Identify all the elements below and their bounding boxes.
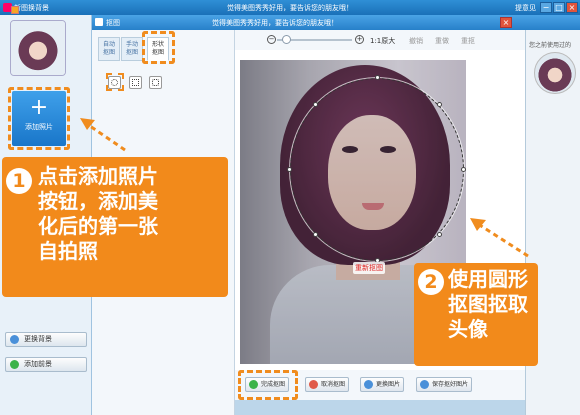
minimize-button[interactable]: −: [540, 2, 552, 13]
redo-button[interactable]: 重做: [435, 36, 449, 46]
step1-number: 1: [6, 168, 32, 194]
photo-thumbnail[interactable]: [10, 20, 66, 76]
crop-handle[interactable]: [437, 232, 442, 237]
cancel-icon: [309, 380, 318, 389]
dialog-slogan: 觉得美图秀秀好用，要告诉您的朋友哦！: [212, 19, 338, 27]
step2-number: 2: [418, 269, 444, 295]
step1-text-line: 化后的第一张: [38, 214, 158, 238]
tab-manual-cutout[interactable]: 手动 抠图: [121, 37, 143, 61]
circle-shape-button[interactable]: [108, 76, 121, 89]
app-slogan: 觉得美图秀秀好用，要告诉您的朋友哦！: [227, 4, 353, 12]
finish-cutout-label: 完成抠图: [261, 381, 286, 388]
add-photo-label: 添加照片: [25, 123, 53, 131]
step1-text-line: 点击添加照片: [38, 164, 158, 188]
tab-auto-cutout[interactable]: 自动 抠图: [98, 37, 120, 61]
step2-text-line: 抠图抠取: [448, 292, 528, 316]
canvas-toolbar: − + 1:1原大 撤销 重做 重抠: [235, 30, 525, 50]
crop-handle[interactable]: [437, 102, 442, 107]
step1-text: 点击添加照片 按钮，添加美 化后的第一张 自拍照: [38, 164, 158, 264]
save-cutout-button[interactable]: 保存抠好图片: [416, 377, 473, 392]
crop-handle[interactable]: [287, 167, 292, 172]
undo-button[interactable]: 撤销: [409, 36, 423, 46]
zoom-slider-handle[interactable]: [282, 35, 291, 44]
rounded-shape-button[interactable]: [149, 76, 162, 89]
change-background-label: 更换背景: [24, 335, 52, 343]
step2-text: 使用圆形 抠图抠取 头像: [448, 267, 528, 342]
window-controls: − □ ×: [540, 2, 578, 13]
step2-text-line: 使用圆形: [448, 267, 528, 291]
cancel-cutout-label: 取消抠图: [321, 381, 346, 388]
crop-handle[interactable]: [313, 232, 318, 237]
dialog-title: 抠图: [106, 19, 120, 27]
cutout-action-bar: 完成抠图 取消抠图 更换图片 保存抠好图片: [235, 370, 525, 400]
add-photo-button[interactable]: + 添加照片: [12, 91, 66, 146]
close-dialog-button[interactable]: ×: [500, 17, 512, 28]
step1-text-line: 自拍照: [38, 239, 98, 263]
check-icon: [249, 380, 258, 389]
zoom-out-button[interactable]: −: [267, 35, 276, 44]
recrop-label[interactable]: 重新抠图: [353, 262, 385, 274]
change-background-button[interactable]: 更换背景: [5, 332, 87, 347]
history-title: 您之前使用过的: [529, 42, 572, 49]
history-thumbnail[interactable]: [534, 52, 576, 94]
maximize-button[interactable]: □: [553, 2, 565, 13]
shape-tab-highlight: [142, 31, 175, 64]
save-cutout-label: 保存抠好图片: [432, 381, 469, 388]
finish-cutout-button[interactable]: 完成抠图: [245, 377, 290, 392]
crop-handle[interactable]: [461, 167, 466, 172]
add-foreground-button[interactable]: 添加前景: [5, 357, 87, 372]
crop-handle[interactable]: [375, 75, 380, 80]
plus-icon: +: [29, 95, 49, 120]
change-image-button[interactable]: 更换图片: [360, 377, 405, 392]
add-foreground-label: 添加前景: [24, 360, 52, 368]
square-shape-button[interactable]: [129, 76, 142, 89]
save-icon: [420, 380, 429, 389]
app-titlebar: 新图换背景 觉得美图秀秀好用，要告诉您的朋友哦！ 提意见 − □ ×: [0, 0, 580, 15]
change-image-label: 更换图片: [376, 381, 401, 388]
dialog-titlebar: 抠图 觉得美图秀秀好用，要告诉您的朋友哦！ ×: [92, 15, 580, 30]
background-icon: [10, 335, 19, 344]
crop-handle[interactable]: [313, 102, 318, 107]
image-icon: [364, 380, 373, 389]
actual-size-button[interactable]: 1:1原大: [370, 36, 395, 46]
reset-button[interactable]: 重抠: [461, 36, 475, 46]
cancel-cutout-button[interactable]: 取消抠图: [305, 377, 350, 392]
dialog-icon: [95, 18, 103, 26]
close-app-button[interactable]: ×: [566, 2, 578, 13]
step1-text-line: 按钮，添加美: [38, 189, 158, 213]
step2-text-line: 头像: [448, 317, 488, 341]
add-icon: [10, 360, 19, 369]
thumbnail-badge-icon: [11, 6, 19, 14]
feedback-link[interactable]: 提意见: [515, 3, 536, 13]
zoom-in-button[interactable]: +: [355, 35, 364, 44]
